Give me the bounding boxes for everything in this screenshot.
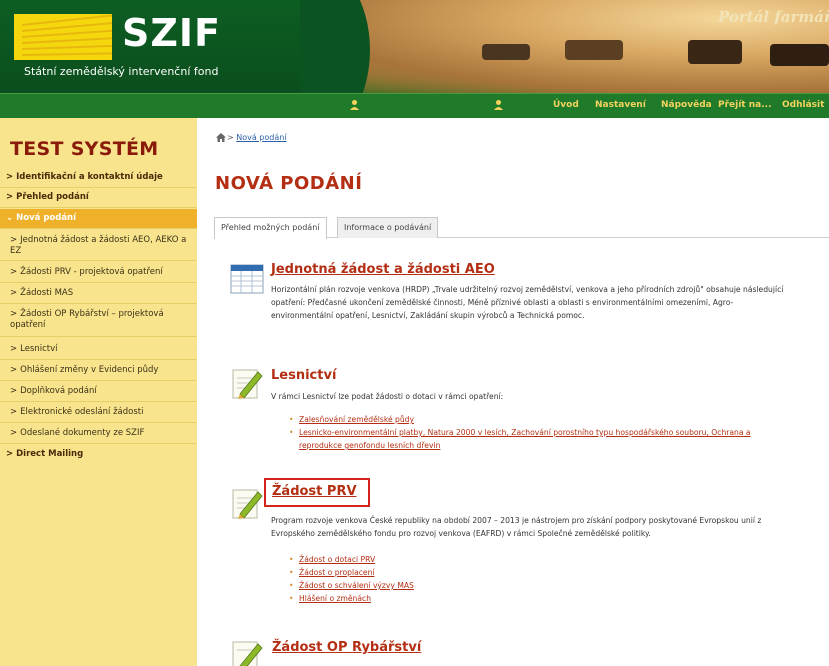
chevron-right-icon: > <box>10 288 18 298</box>
chevron-right-icon: > <box>6 192 14 202</box>
chevron-right-icon: > <box>10 386 18 396</box>
section-desc-line: Program rozvoje venkova České republiky … <box>271 516 762 525</box>
list-item: Žádost o dotaci PRV <box>287 553 822 566</box>
link-zadost-o-dotaci-prv[interactable]: Žádost o dotaci PRV <box>299 555 375 564</box>
section-desc: Horizontální plán rozvoje venkova (HRDP)… <box>271 283 826 322</box>
tab-informace-o-podavani[interactable]: Informace o podávání <box>337 217 439 238</box>
sidebar-item-identifikacni-udaje[interactable]: > Identifikační a kontaktní údaje <box>0 168 197 188</box>
system-title: TEST SYSTÉM <box>10 138 159 160</box>
sidebar-item-zadosti-prv[interactable]: > Žádosti PRV - projektová opatření <box>0 263 197 283</box>
chevron-down-icon: ⌄ <box>6 213 14 223</box>
sidebar-item-ohlaseni-zmeny[interactable]: > Ohlášení změny v Evidenci půdy <box>0 361 197 381</box>
sidebar-item-label: Žádosti PRV - projektová opatření <box>20 267 163 277</box>
edit-form-icon <box>232 641 263 666</box>
section-link-list: Zalesňování zemědělské půdy Lesnicko-env… <box>287 413 822 452</box>
chevron-right-icon: > <box>10 365 18 375</box>
nav-odhlasit[interactable]: Odhlásit <box>782 100 824 110</box>
logo-subtitle: Státní zemědělský intervenční fond <box>24 65 219 78</box>
link-zalesnovani[interactable]: Zalesňování zemědělské půdy <box>299 415 414 424</box>
section-desc-line: Evropského zemědělského fondu pro rozvoj… <box>271 529 651 538</box>
link-zadost-o-proplaceni[interactable]: Žádost o proplacení <box>299 568 375 577</box>
section-desc-line: environmentální opatření, Lesnictví, Zak… <box>271 311 585 320</box>
tab-bar: Přehled možných podání Informace o podáv… <box>214 217 829 239</box>
sidebar-item-op-rybarstvi[interactable]: > Žádosti OP Rybářství – projektová opatř… <box>0 305 197 337</box>
chevron-right-icon: > <box>10 344 18 354</box>
sidebar-item-doplnkova-podani[interactable]: > Doplňková podání <box>0 382 197 402</box>
link-lesnicko-environmentalni[interactable]: Lesnicko-environmentální platby, Natura … <box>299 428 751 437</box>
link-lesnicko-environmentalni-cont[interactable]: reprodukce genofondu lesních dřevin <box>299 441 440 450</box>
list-item: Žádost o proplacení <box>287 566 822 579</box>
sidebar-item-prehled-podani[interactable]: > Přehled podání <box>0 188 197 208</box>
list-item: Zalesňování zemědělské půdy <box>287 413 822 426</box>
nav-prejit-na[interactable]: Přejít na... <box>718 100 771 110</box>
cattle-image <box>770 44 829 66</box>
sidebar-item-nova-podani[interactable]: ⌄ Nová podání <box>0 209 197 229</box>
home-icon[interactable] <box>216 133 226 142</box>
section-title-lesnictvi: Lesnictví <box>271 368 337 383</box>
list-item: Lesnicko-environmentální platby, Natura … <box>287 426 822 452</box>
breadcrumb: > Nová podání <box>216 133 287 142</box>
cattle-image <box>482 44 530 60</box>
sidebar-item-lesnictvi[interactable]: > Lesnictví <box>0 340 197 360</box>
chevron-right-icon: > <box>6 449 14 459</box>
sidebar-item-label: Identifikační a kontaktní údaje <box>16 172 163 182</box>
sidebar-item-label: Ohlášení změny v Evidenci půdy <box>20 365 159 375</box>
sidebar-item-label: Nová podání <box>16 213 77 223</box>
cattle-image <box>565 40 623 60</box>
sidebar-item-zadosti-mas[interactable]: > Žádosti MAS <box>0 284 197 304</box>
sidebar-item-elektronicke-odeslani[interactable]: > Elektronické odeslání žádosti <box>0 403 197 423</box>
nav-nastaveni[interactable]: Nastavení <box>595 100 646 110</box>
sidebar-item-label: Žádosti MAS <box>20 288 74 298</box>
chevron-right-icon: > <box>10 235 18 245</box>
section-desc: Program rozvoje venkova České republiky … <box>271 514 826 540</box>
list-item: Hlášení o změnách <box>287 592 822 605</box>
table-icon <box>230 264 264 294</box>
sidebar-item-label: Jednotná žádost a žádosti AEO, AEKO a EZ <box>10 235 187 256</box>
top-navbar: Úvod Nastavení Nápověda Přejít na... Odh… <box>0 93 829 118</box>
sidebar: TEST SYSTÉM > Identifikační a kontaktní ú… <box>0 118 197 666</box>
portal-title: Portál farmáře <box>718 8 829 26</box>
site-header: SZIF Státní zemědělský intervenční fond … <box>0 0 829 93</box>
nav-napoveda[interactable]: Nápověda <box>661 100 712 110</box>
chevron-right-icon: > <box>6 172 14 182</box>
breadcrumb-separator: > <box>227 133 234 142</box>
sidebar-item-label: Lesnictví <box>20 344 58 354</box>
logo-text[interactable]: SZIF <box>122 11 221 55</box>
cattle-image <box>688 40 742 64</box>
sidebar-item-jednotna-zadost[interactable]: > Jednotná žádost a žádosti AEO, AEKO a E… <box>0 231 197 261</box>
sidebar-item-direct-mailing[interactable]: > Direct Mailing <box>0 445 197 464</box>
sidebar-item-label: Direct Mailing <box>16 449 84 459</box>
edit-form-icon <box>232 369 263 399</box>
chevron-right-icon: > <box>10 309 18 319</box>
section-desc-line: opatření: Předčasné ukončení zemědělské … <box>271 298 734 307</box>
edit-form-icon <box>232 489 263 519</box>
list-item: Žádost o schválení výzvy MAS <box>287 579 822 592</box>
sidebar-item-odeslane-dokumenty[interactable]: > Odeslané dokumenty ze SZIF <box>0 424 197 444</box>
page-title: NOVÁ PODÁNÍ <box>215 173 363 194</box>
sidebar-item-label: Přehled podání <box>16 192 89 202</box>
szif-logo-icon[interactable] <box>14 14 112 60</box>
section-desc-line: V rámci Lesnictví lze podat žádosti o do… <box>271 392 504 401</box>
section-desc-line: Horizontální plán rozvoje venkova (HRDP)… <box>271 285 784 294</box>
user-icon[interactable] <box>493 99 504 111</box>
section-link-list: Žádost o dotaci PRV Žádost o proplacení … <box>287 553 822 605</box>
link-zadost-o-schvaleni-vyzvy-mas[interactable]: Žádost o schválení výzvy MAS <box>299 581 414 590</box>
chevron-right-icon: > <box>10 267 18 277</box>
section-title-op-rybarstvi[interactable]: Žádost OP Rybářství <box>272 640 421 655</box>
nav-uvod[interactable]: Úvod <box>553 100 579 110</box>
breadcrumb-current[interactable]: Nová podání <box>236 133 286 142</box>
sidebar-item-label: Odeslané dokumenty ze SZIF <box>20 428 145 438</box>
section-title-jednotna-zadost[interactable]: Jednotná žádost a žádosti AEO <box>271 262 495 277</box>
tab-prehled-moznych-podani[interactable]: Přehled možných podání <box>214 217 327 239</box>
sidebar-item-label: Elektronické odeslání žádosti <box>20 407 144 417</box>
chevron-right-icon: > <box>10 407 18 417</box>
sidebar-item-label: Doplňková podání <box>20 386 97 396</box>
sidebar-item-label: Žádosti OP Rybářství – projektová opatře… <box>10 309 164 330</box>
link-hlaseni-o-zmenach[interactable]: Hlášení o změnách <box>299 594 371 603</box>
section-title-zadost-prv[interactable]: Žádost PRV <box>272 484 357 499</box>
section-desc: V rámci Lesnictví lze podat žádosti o do… <box>271 390 826 403</box>
user-icon[interactable] <box>349 99 360 111</box>
chevron-right-icon: > <box>10 428 18 438</box>
